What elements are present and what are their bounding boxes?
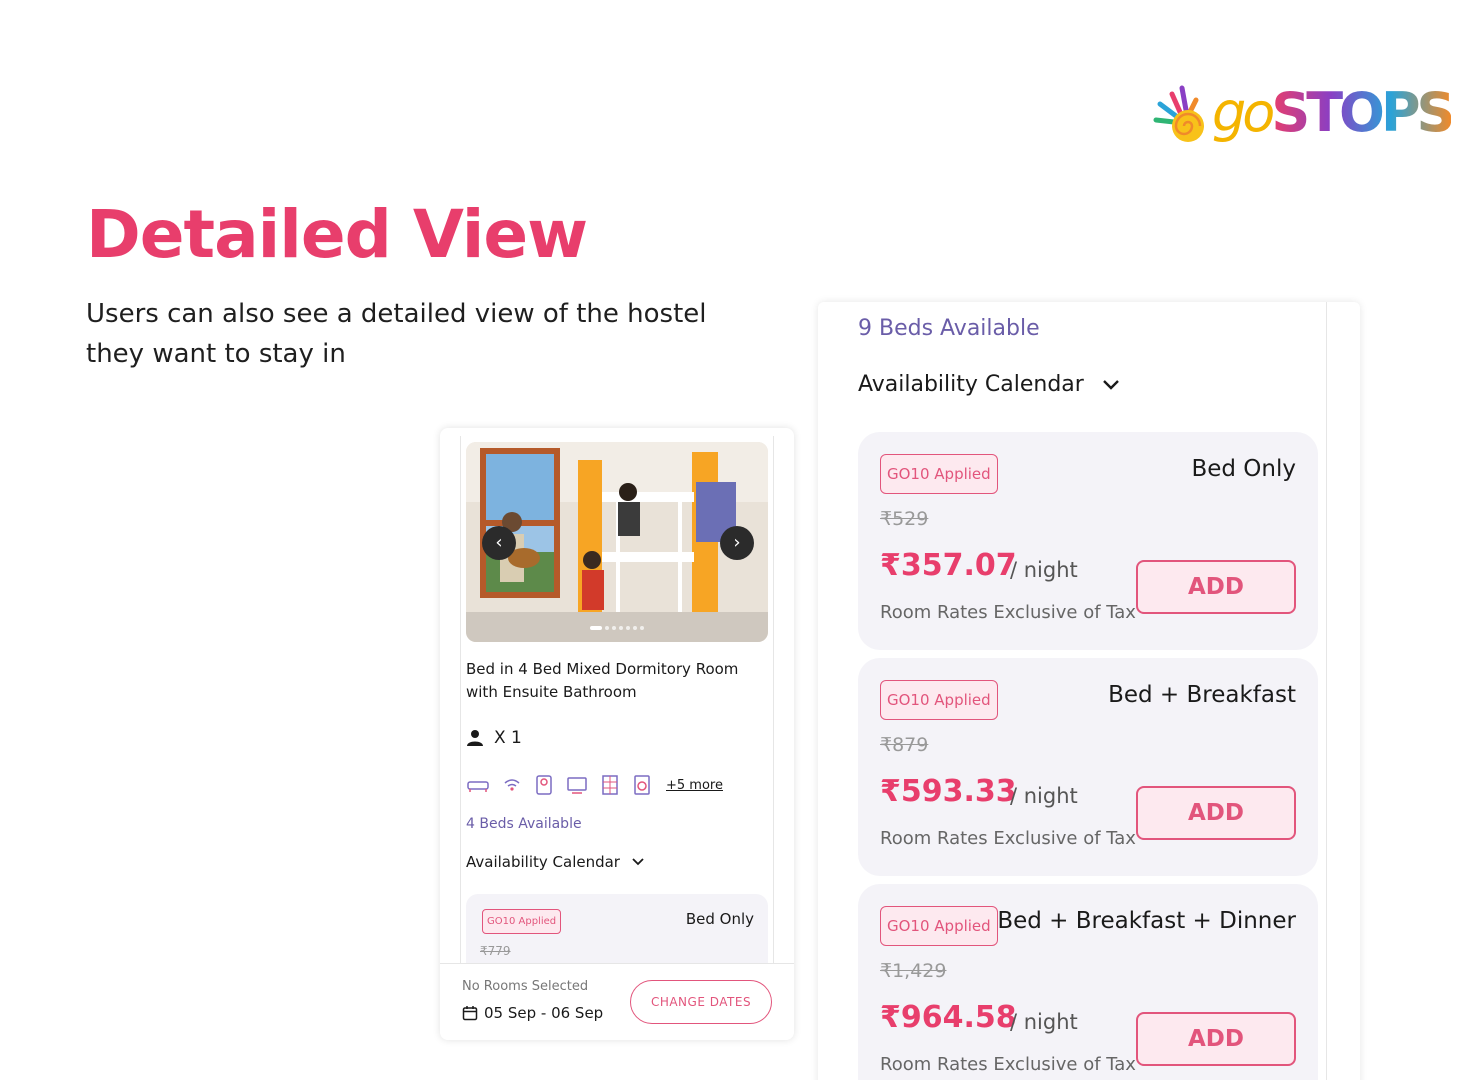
keycard-icon	[536, 775, 552, 795]
sofa-icon	[467, 781, 489, 792]
rate-card-bed-breakfast: GO10 Applied Bed + Breakfast ₹879 ₹593.3…	[858, 658, 1318, 876]
coupon-badge: GO10 Applied	[880, 680, 998, 720]
carousel-dot[interactable]	[640, 626, 644, 630]
chevron-down-icon	[1102, 379, 1119, 390]
carousel-dot[interactable]	[633, 626, 637, 630]
logo-wordmark: goSTOPS	[1212, 81, 1455, 144]
wifi-icon	[504, 779, 520, 791]
rate-card-bed-only: GO10 Applied Bed Only ₹529 ₹357.07 / nig…	[858, 432, 1318, 650]
meal-plan-label: Bed Only	[685, 910, 754, 928]
tax-note: Room Rates Exclusive of Tax	[880, 828, 1136, 849]
original-price: ₹1,429	[880, 960, 947, 982]
discounted-price: ₹964.58	[880, 1000, 1017, 1035]
page-subtitle: Users can also see a detailed view of th…	[86, 299, 707, 369]
meal-plan-label: Bed + Breakfast	[1108, 682, 1296, 708]
discounted-price: ₹357.07	[880, 548, 1017, 583]
mobile-room-card: ‹ › Bed in 4 Bed Mixed Dormitory Room wi…	[440, 428, 794, 1040]
booking-footer: No Rooms Selected 05 Sep - 06 Sep CHANGE…	[440, 963, 794, 1040]
coupon-badge: GO10 Applied	[482, 909, 562, 934]
beds-available-heading: 9 Beds Available	[858, 316, 1040, 341]
carousel-next-button[interactable]: ›	[720, 526, 754, 560]
original-price: ₹879	[880, 734, 929, 756]
page-title: Detailed View	[86, 196, 588, 273]
availability-calendar-label: Availability Calendar	[466, 853, 620, 871]
chevron-left-icon: ‹	[495, 532, 503, 553]
page: goSTOPS Detailed View Users can also see…	[0, 0, 1481, 1080]
coupon-badge: GO10 Applied	[880, 906, 998, 946]
person-icon	[467, 730, 483, 746]
carousel-dot[interactable]	[605, 626, 609, 630]
availability-calendar-toggle-large[interactable]: Availability Calendar	[858, 372, 1120, 397]
beds-available-label: 4 Beds Available	[466, 816, 582, 832]
change-dates-button[interactable]: CHANGE DATES	[630, 980, 772, 1024]
add-button[interactable]: ADD	[1136, 786, 1296, 840]
tax-note: Room Rates Exclusive of Tax	[880, 1054, 1136, 1075]
room-photo-carousel[interactable]: ‹ ›	[466, 442, 768, 642]
rate-card: GO10 Applied Bed Only ₹779	[466, 894, 768, 974]
availability-calendar-toggle[interactable]: Availability Calendar	[466, 853, 644, 871]
carousel-dot[interactable]	[619, 626, 623, 630]
original-price: ₹529	[880, 508, 929, 530]
rate-card-bed-breakfast-dinner: GO10 Applied Bed + Breakfast + Dinner ₹1…	[858, 884, 1318, 1080]
selection-status: No Rooms Selected	[462, 979, 589, 994]
meal-plan-label: Bed Only	[1191, 456, 1296, 482]
carousel-dot[interactable]	[590, 626, 602, 630]
amenities-row: +5 more	[466, 774, 723, 796]
chevron-right-icon: ›	[733, 532, 741, 553]
discounted-price: ₹593.33	[880, 774, 1017, 809]
carousel-dot[interactable]	[626, 626, 630, 630]
tax-note: Room Rates Exclusive of Tax	[880, 602, 1136, 623]
carousel-dot[interactable]	[612, 626, 616, 630]
per-night-label: / night	[1010, 1010, 1078, 1034]
coupon-badge: GO10 Applied	[880, 454, 998, 494]
per-night-label: / night	[1010, 784, 1078, 808]
add-button[interactable]: ADD	[1136, 560, 1296, 614]
logo-stops: STOPS	[1271, 81, 1455, 144]
carousel-prev-button[interactable]: ‹	[482, 526, 516, 560]
washing-machine-icon	[634, 775, 650, 795]
tv-icon	[567, 777, 587, 794]
meal-plan-label: Bed + Breakfast + Dinner	[997, 908, 1296, 934]
stay-dates-label: 05 Sep - 06 Sep	[484, 1004, 604, 1022]
calendar-icon	[462, 1006, 478, 1021]
panel-divider	[1326, 302, 1327, 1080]
rates-detail-panel: 9 Beds Available Availability Calendar G…	[818, 302, 1360, 1080]
original-price: ₹779	[480, 944, 511, 958]
stay-dates: 05 Sep - 06 Sep	[462, 1004, 603, 1022]
hand-spiral-icon	[1153, 85, 1204, 142]
gostops-logo: goSTOPS	[1152, 80, 1455, 150]
carousel-dots	[590, 626, 644, 630]
guest-count: X 1	[466, 728, 522, 748]
chevron-down-icon	[632, 858, 644, 866]
guest-count-label: X 1	[494, 728, 522, 748]
per-night-label: / night	[1010, 558, 1078, 582]
more-amenities-link[interactable]: +5 more	[666, 778, 723, 793]
add-button[interactable]: ADD	[1136, 1012, 1296, 1066]
locker-icon	[602, 775, 618, 795]
availability-calendar-label: Availability Calendar	[858, 372, 1084, 397]
room-name: Bed in 4 Bed Mixed Dormitory Room with E…	[466, 660, 739, 701]
